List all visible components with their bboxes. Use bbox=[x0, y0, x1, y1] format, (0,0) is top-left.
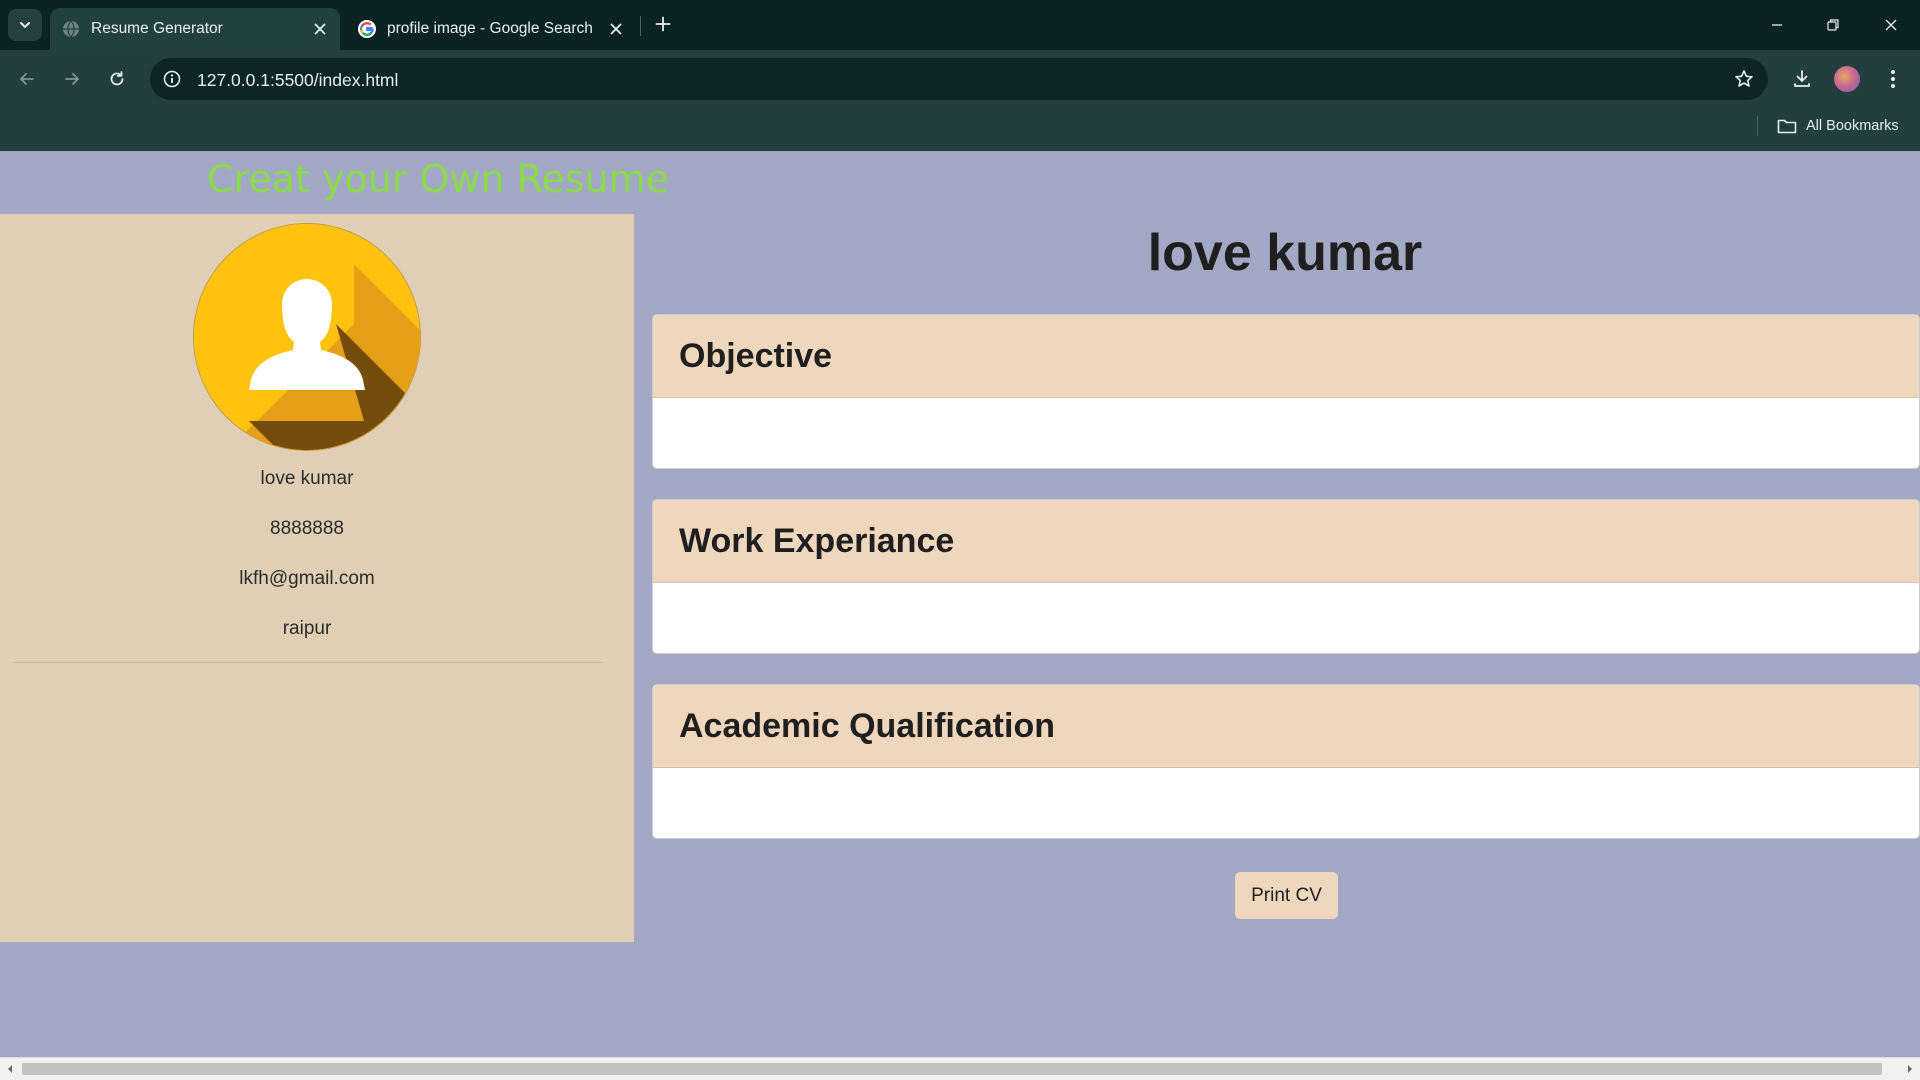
new-tab-button[interactable] bbox=[650, 11, 676, 37]
close-icon bbox=[1885, 19, 1897, 31]
academic-qualification-card: Academic Qualification bbox=[652, 684, 1920, 839]
tab-close-button[interactable] bbox=[309, 18, 331, 40]
scroll-right-button[interactable] bbox=[1902, 1062, 1918, 1076]
print-cv-button[interactable]: Print CV bbox=[1235, 872, 1338, 919]
resume-name: love kumar bbox=[1147, 224, 1423, 282]
info-icon bbox=[163, 70, 181, 88]
tab-search-button[interactable] bbox=[8, 9, 42, 41]
academic-qualification-header: Academic Qualification bbox=[653, 685, 1919, 768]
profile-image bbox=[194, 224, 420, 450]
tab-title: profile image - Google Search bbox=[387, 20, 593, 37]
chevron-down-icon bbox=[20, 22, 30, 28]
more-vertical-icon bbox=[1891, 70, 1895, 88]
arrow-right-icon bbox=[65, 73, 79, 85]
bookmarks-separator bbox=[1757, 116, 1758, 136]
objective-card: Objective bbox=[652, 314, 1920, 469]
downloads-button[interactable] bbox=[1785, 62, 1819, 96]
close-window-button[interactable] bbox=[1868, 8, 1914, 42]
minimize-button[interactable] bbox=[1754, 8, 1800, 42]
menu-button[interactable] bbox=[1876, 62, 1910, 96]
caret-right-icon bbox=[1908, 1065, 1912, 1073]
plus-icon bbox=[655, 16, 671, 32]
all-bookmarks-button[interactable]: All Bookmarks bbox=[1777, 114, 1899, 138]
tab-separator bbox=[640, 16, 641, 36]
tab-close-button[interactable] bbox=[605, 18, 627, 40]
profile-sidebar: love kumar 8888888 lkfh@gmail.com raipur bbox=[0, 214, 634, 942]
sidebar-email: lkfh@gmail.com bbox=[239, 568, 375, 589]
minimize-icon bbox=[1772, 24, 1782, 26]
globe-icon bbox=[63, 20, 79, 38]
tab-resume-generator[interactable]: Resume Generator bbox=[50, 8, 340, 50]
site-info-button[interactable] bbox=[160, 67, 184, 91]
page-heading: Creat your Own Resume bbox=[207, 157, 669, 201]
tab-profile-image-search[interactable]: profile image - Google Search bbox=[346, 8, 636, 50]
objective-header: Objective bbox=[653, 315, 1919, 398]
sidebar-address: raipur bbox=[282, 618, 332, 639]
browser-toolbar: 127.0.0.1:5500/index.html All Bookmarks bbox=[0, 50, 1920, 151]
work-experience-card: Work Experiance bbox=[652, 499, 1920, 654]
folder-icon bbox=[1777, 119, 1797, 134]
sidebar-divider bbox=[14, 662, 602, 663]
restore-button[interactable] bbox=[1810, 8, 1856, 42]
bookmark-star-button[interactable] bbox=[1732, 67, 1756, 91]
profile-avatar-button[interactable] bbox=[1830, 62, 1864, 96]
scrollbar-thumb[interactable] bbox=[22, 1063, 1882, 1075]
caret-left-icon bbox=[8, 1065, 12, 1073]
close-icon bbox=[610, 23, 622, 35]
tab-title: Resume Generator bbox=[91, 20, 223, 37]
profile-avatar-icon bbox=[1834, 66, 1860, 92]
resume-page: Creat your Own Resume love kumar 8888888… bbox=[0, 151, 1920, 1057]
sidebar-name: love kumar bbox=[260, 468, 354, 489]
horizontal-scrollbar[interactable] bbox=[0, 1057, 1920, 1080]
work-experience-header: Work Experiance bbox=[653, 500, 1919, 583]
google-g-icon bbox=[358, 20, 376, 38]
browser-tab-strip: Resume Generator profile image - Google … bbox=[0, 0, 1920, 50]
reload-icon bbox=[110, 71, 124, 86]
arrow-left-icon bbox=[20, 73, 34, 85]
reload-button[interactable] bbox=[100, 62, 134, 96]
back-button[interactable] bbox=[10, 62, 44, 96]
user-silhouette-icon bbox=[194, 224, 420, 450]
scroll-left-button[interactable] bbox=[2, 1062, 18, 1076]
address-bar[interactable]: 127.0.0.1:5500/index.html bbox=[150, 58, 1768, 100]
all-bookmarks-label: All Bookmarks bbox=[1806, 118, 1899, 134]
address-url[interactable]: 127.0.0.1:5500/index.html bbox=[197, 70, 398, 91]
forward-button[interactable] bbox=[55, 62, 89, 96]
restore-icon bbox=[1827, 19, 1839, 31]
star-icon bbox=[1735, 70, 1753, 87]
download-icon bbox=[1794, 70, 1810, 87]
close-icon bbox=[314, 23, 326, 35]
sidebar-phone: 8888888 bbox=[270, 518, 344, 539]
